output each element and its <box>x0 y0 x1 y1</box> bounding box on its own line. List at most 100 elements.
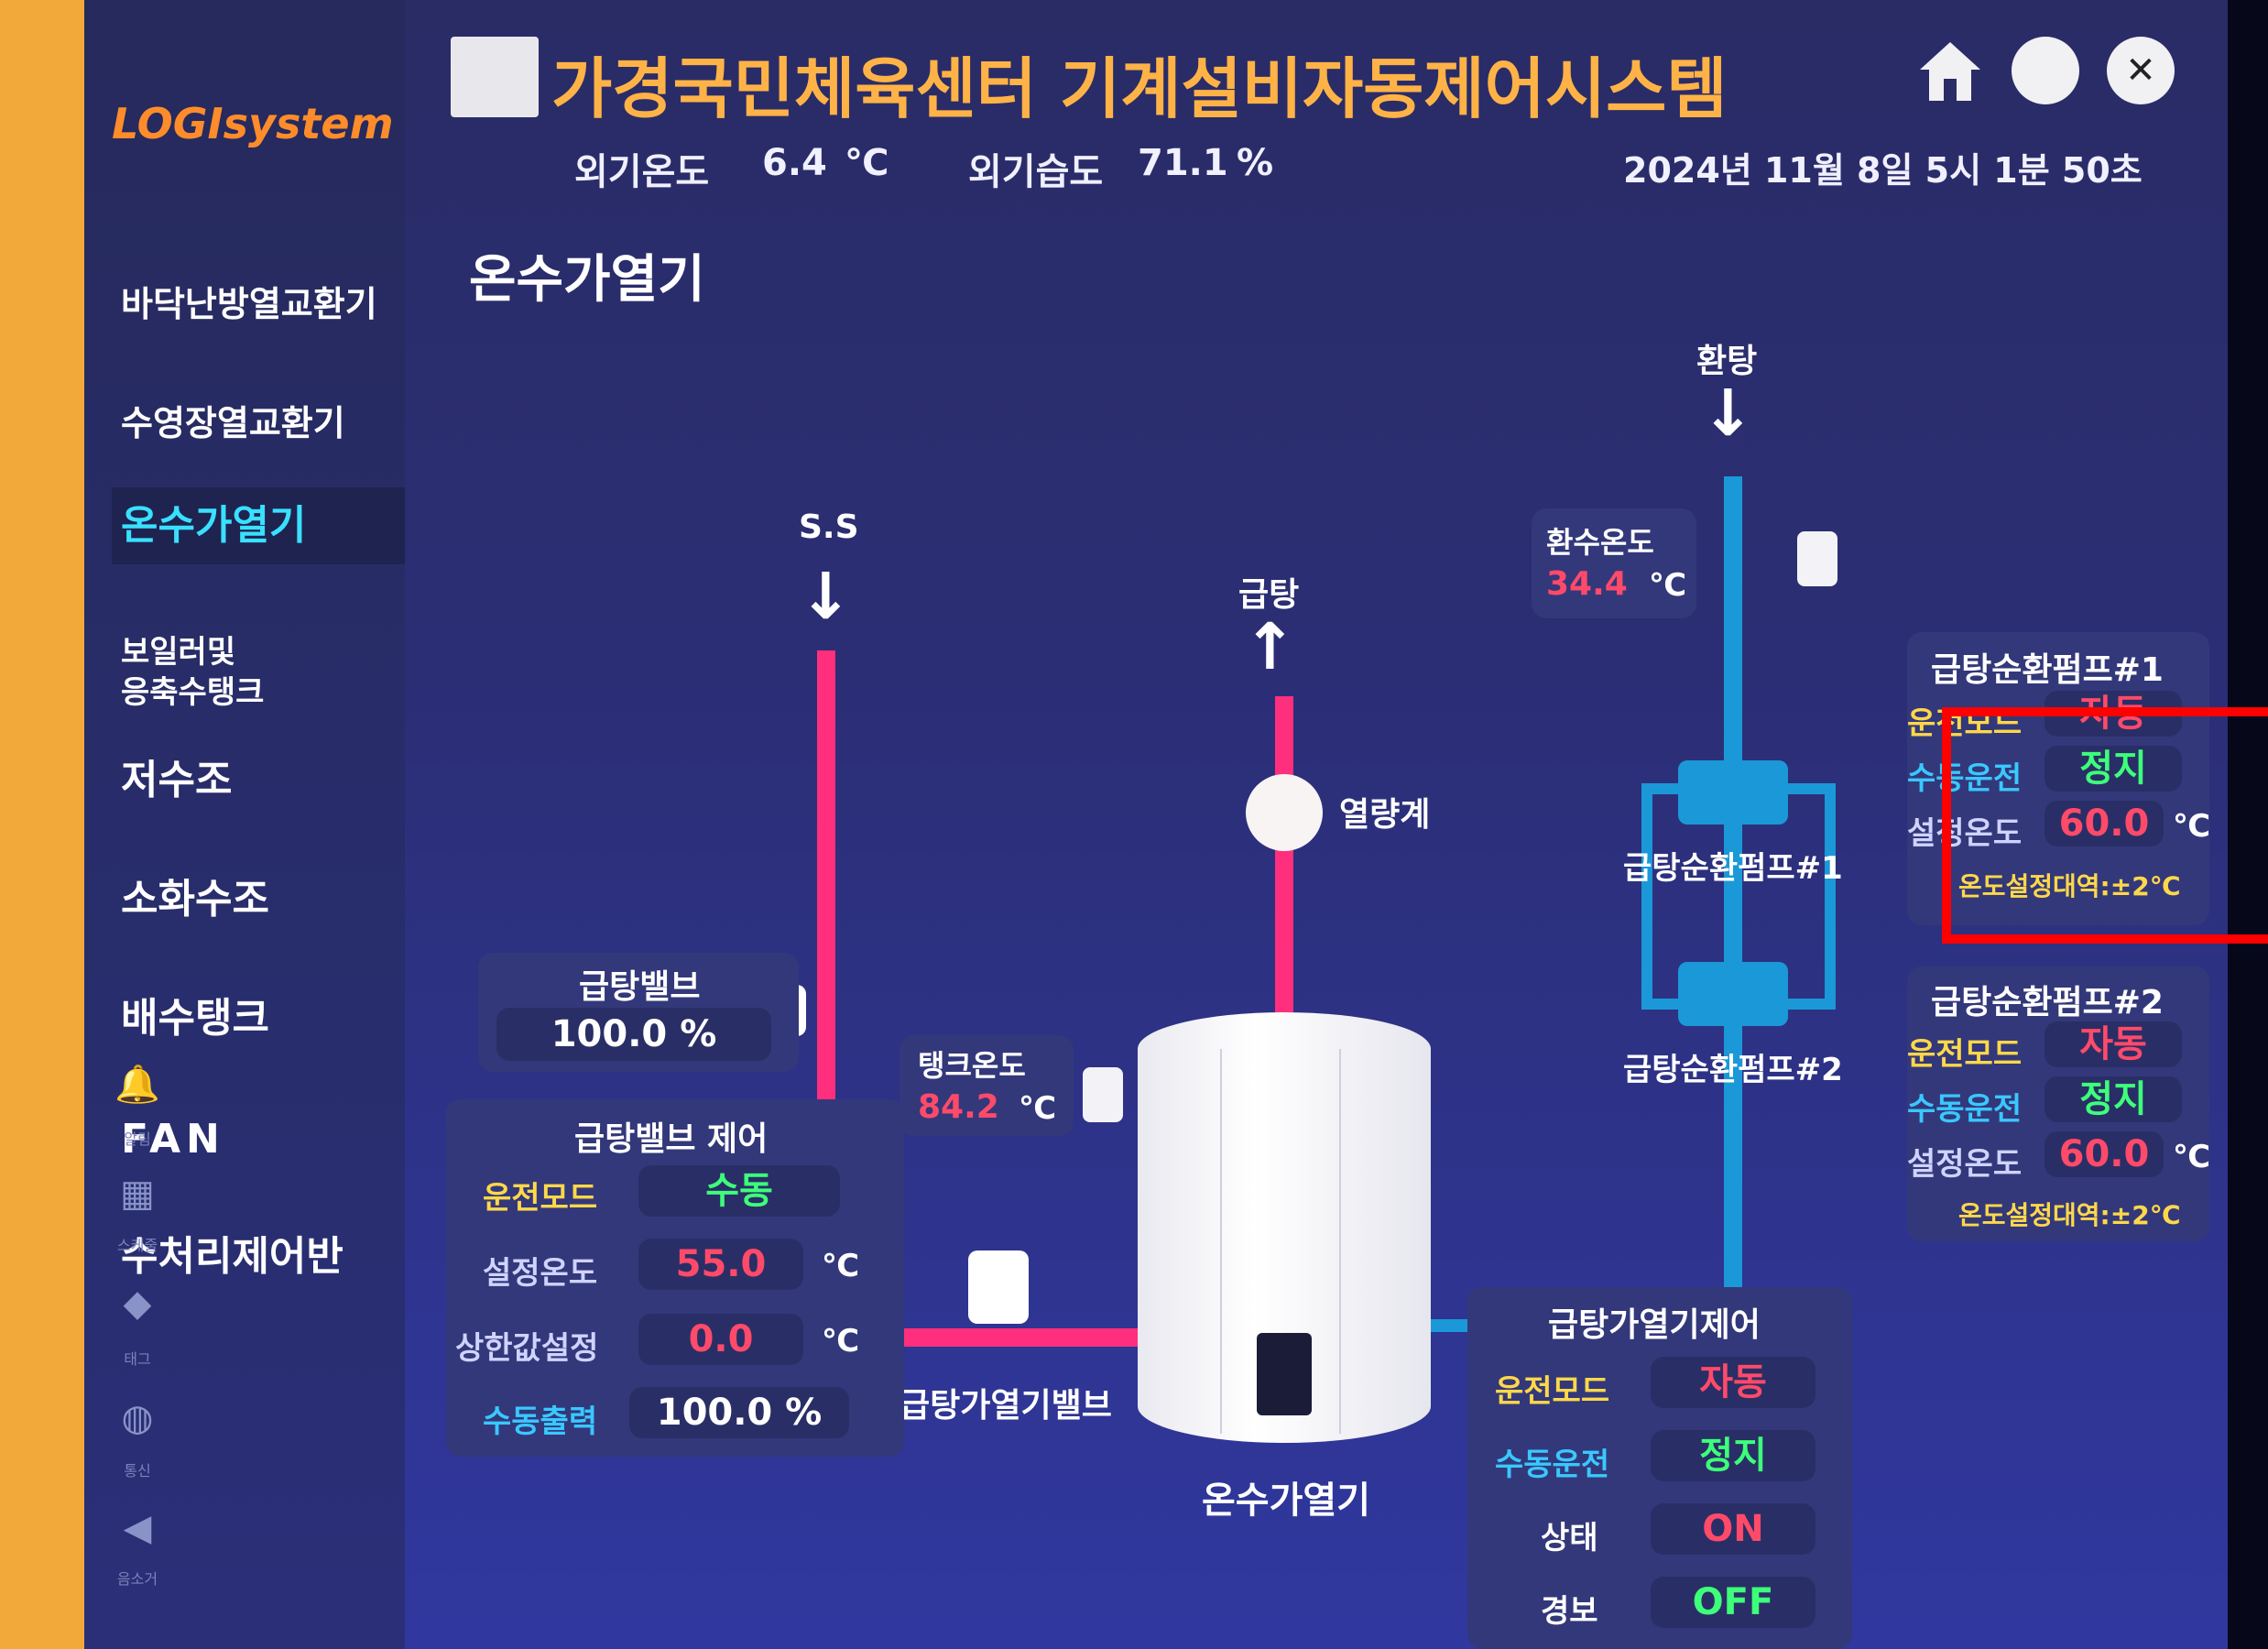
heater-valve-icon[interactable] <box>968 1250 1029 1324</box>
sidebar-item-drain-tank[interactable]: 배수탱크 <box>121 999 269 1039</box>
pump-1-label: 급탕순환펌프#1 <box>1623 850 1843 887</box>
valve-setpoint-label: 설정온도 <box>483 1255 598 1292</box>
return-temp-value: 34.4 <box>1546 565 1628 603</box>
tag-icon[interactable]: ◆ <box>114 1283 161 1330</box>
pump-2-band: 온도설정대역:±2℃ <box>1958 1200 2181 1230</box>
highlight-box <box>1942 707 2268 944</box>
return-temp-panel: 환수온도 34.4 ℃ <box>1532 508 1696 618</box>
tank-temp-label: 탱크온도 <box>918 1048 1026 1083</box>
heater-state-value: ON <box>1651 1503 1815 1555</box>
heater-manual-label: 수동운전 <box>1495 1447 1610 1483</box>
return-temp-sensor-icon <box>1797 531 1837 586</box>
tag-icon-label: 태그 <box>124 1350 151 1368</box>
heater-manual-value[interactable]: 정지 <box>1651 1430 1815 1481</box>
outdoor-humidity-label: 외기습도 <box>968 151 1104 193</box>
tank-temp-panel: 탱크온도 84.2 ℃ <box>900 1035 1074 1136</box>
bell-icon[interactable]: 🔔 <box>114 1063 161 1110</box>
heater-mode-label: 운전모드 <box>1495 1373 1610 1410</box>
pump-2-setpoint-value[interactable]: 60.0 <box>2044 1131 2164 1177</box>
heater-label: 온수가열기 <box>1202 1480 1370 1522</box>
globe-icon-label: 통신 <box>124 1462 151 1480</box>
return-temp-unit: ℃ <box>1649 567 1687 604</box>
tank-seam <box>1339 1049 1341 1434</box>
outdoor-humidity-unit: % <box>1237 142 1274 184</box>
supply-valve-title: 급탕밸브 <box>579 968 701 1006</box>
valve-control-title: 급탕밸브 제어 <box>574 1120 769 1158</box>
valve-setpoint-value[interactable]: 55.0 <box>638 1239 803 1290</box>
supply-arrow-icon: ↑ <box>1243 609 1297 684</box>
logo: LOGIsystem <box>112 99 394 148</box>
flowmeter-icon[interactable] <box>1246 774 1323 851</box>
pipe-pump-bypass-left <box>1641 783 1652 1003</box>
datetime: 2024년 11월 8일 5시 1분 50초 <box>1623 150 2143 191</box>
pump-2-setpoint-unit: ℃ <box>2173 1139 2211 1175</box>
supply-valve-panel: 급탕밸브 100.0 % <box>478 953 799 1072</box>
bezel-orange-strip <box>0 0 84 1649</box>
schedule-icon-label: 스케줄 <box>116 1237 158 1254</box>
pump-1-title: 급탕순환펌프#1 <box>1931 651 2164 689</box>
outdoor-temp-unit: ℃ <box>845 142 889 184</box>
valve-control-panel: 급탕밸브 제어 운전모드 수동 설정온도 55.0 ℃ 상한값설정 0.0 ℃ … <box>446 1099 904 1457</box>
sidebar-item-boiler-condensate-tank[interactable]: 보일러및 응축수탱크 <box>121 632 264 713</box>
heater-control-title: 급탕가열기제어 <box>1548 1306 1761 1344</box>
schedule-icon[interactable]: ▦ <box>114 1173 161 1220</box>
pump-2-manual-label: 수동운전 <box>1907 1091 2023 1128</box>
speaker-icon-label: 음소거 <box>116 1570 158 1588</box>
section-title: 온수가열기 <box>469 250 705 310</box>
pump-2-title: 급탕순환펌프#2 <box>1931 984 2164 1021</box>
hot-water-heater-tank <box>1138 1012 1431 1443</box>
pump-2-icon[interactable] <box>1678 962 1788 1026</box>
sidebar-item-pool-heat-exchanger[interactable]: 수영장열교환기 <box>121 403 345 443</box>
valve-upper-value[interactable]: 0.0 <box>638 1314 803 1365</box>
pipe-pump-bypass-right <box>1825 783 1836 1003</box>
pump-2-mode-value[interactable]: 자동 <box>2044 1021 2182 1067</box>
valve-setpoint-unit: ℃ <box>822 1248 860 1284</box>
heater-control-panel: 급탕가열기제어 운전모드 자동 수동운전 정지 상태 ON 경보 OFF <box>1467 1287 1852 1649</box>
pump-2-manual-value[interactable]: 정지 <box>2044 1076 2182 1122</box>
tank-temp-value: 84.2 <box>918 1088 999 1126</box>
ss-arrow-icon: ↓ <box>799 559 853 634</box>
tank-temp-sensor-icon <box>1083 1067 1123 1122</box>
globe-icon[interactable]: ◍ <box>114 1397 161 1445</box>
pump-2-panel: 급탕순환펌프#2 운전모드 자동 수동운전 정지 설정온도 60.0 ℃ 온도설… <box>1907 966 2211 1241</box>
return-temp-label: 환수온도 <box>1546 525 1654 560</box>
pump-1-icon[interactable] <box>1678 760 1788 824</box>
outdoor-temp-value: 6.4 <box>762 142 827 184</box>
flowmeter-label: 열량계 <box>1339 796 1431 834</box>
valve-upper-label: 상한값설정 <box>455 1330 599 1367</box>
heater-mode-value[interactable]: 자동 <box>1651 1357 1815 1408</box>
heater-alarm-label: 경보 <box>1541 1593 1598 1630</box>
tank-seam <box>1220 1049 1222 1434</box>
valve-upper-unit: ℃ <box>822 1323 860 1360</box>
supply-valve-value-pill: 100.0 % <box>496 1008 771 1061</box>
header-logo-box <box>451 37 539 117</box>
pump-2-label: 급탕순환펌프#2 <box>1623 1052 1843 1088</box>
pump-2-setpoint-label: 설정온도 <box>1907 1146 2023 1183</box>
home-icon[interactable] <box>1916 37 1984 104</box>
ss-label: S.S <box>799 508 859 546</box>
heater-valve-label: 급탕가열기밸브 <box>900 1387 1112 1425</box>
supply-valve-value: 100.0 <box>551 1013 668 1055</box>
speaker-icon[interactable]: ◀ <box>114 1507 161 1555</box>
valve-manual-value[interactable]: 100.0 % <box>629 1387 849 1438</box>
sidebar-item-floor-heating-exchanger[interactable]: 바닥난방열교환기 <box>121 284 377 324</box>
sidebar-item-fire-water-tank[interactable]: 소화수조 <box>121 879 269 920</box>
valve-manual-label: 수동출력 <box>483 1403 598 1440</box>
pipe-return-vertical <box>1724 476 1742 1328</box>
tank-window <box>1257 1333 1312 1415</box>
close-icon[interactable]: ✕ <box>2107 37 2175 104</box>
page-title: 가경국민체육센터 기계설비자동제어시스템 <box>551 50 1728 127</box>
heater-alarm-value: OFF <box>1651 1577 1815 1628</box>
outdoor-humidity-value: 71.1 <box>1138 142 1228 184</box>
info-icon[interactable] <box>2012 37 2079 104</box>
sidebar: LOGIsystem 바닥난방열교환기 수영장열교환기 온수가열기 보일러및 응… <box>84 0 405 1649</box>
sidebar-item-hot-water-heater[interactable]: 온수가열기 <box>112 487 405 564</box>
return-arrow-icon: ↓ <box>1701 376 1755 451</box>
tank-temp-unit: ℃ <box>1019 1090 1057 1127</box>
valve-mode-value[interactable]: 수동 <box>638 1165 840 1217</box>
pump-2-mode-label: 운전모드 <box>1907 1036 2023 1073</box>
sidebar-item-water-tank[interactable]: 저수조 <box>121 760 232 801</box>
outdoor-temp-label: 외기온도 <box>574 151 710 193</box>
hmi-screen: LOGIsystem 바닥난방열교환기 수영장열교환기 온수가열기 보일러및 응… <box>84 0 2268 1649</box>
valve-mode-label: 운전모드 <box>483 1180 598 1217</box>
